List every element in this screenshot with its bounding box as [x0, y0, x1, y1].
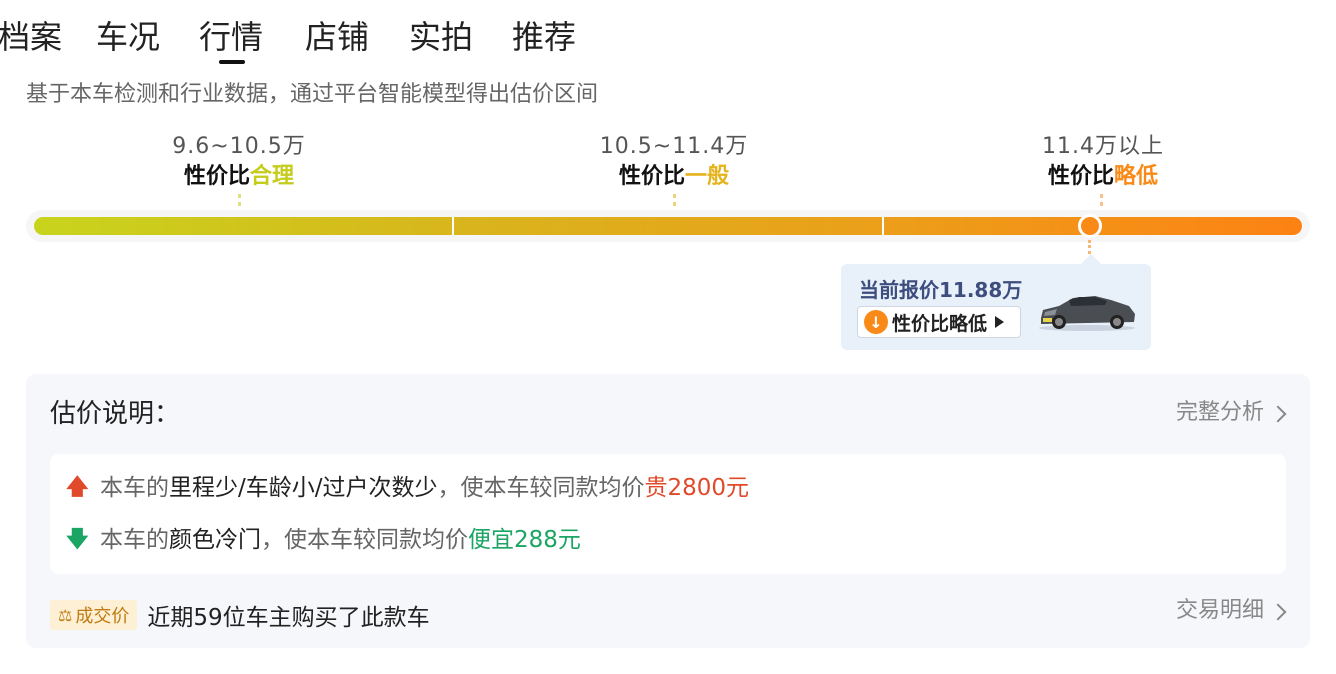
rating-level: 一般: [685, 164, 730, 189]
reason-effect: 便宜288元: [468, 527, 581, 553]
range-reasonable: 9.6~10.5万 性价比合理: [109, 132, 369, 206]
range-low: 11.4万以上 性价比略低: [973, 132, 1233, 206]
gavel-icon: ⚖: [58, 605, 73, 625]
value-rating-label: 性价比略低: [892, 312, 988, 335]
arrow-up-icon: 🡅: [66, 475, 89, 500]
rating-prefix: 性价比: [183, 164, 250, 189]
reasons-panel: 🡅 本车的 里程少/车龄小/过户次数少 ，使本车较同款均价 贵2800元 🡇 本…: [50, 454, 1286, 574]
rating-prefix: 性价比: [618, 164, 685, 189]
range-rating: 性价比合理: [109, 162, 369, 192]
marker-dots: [1088, 240, 1091, 254]
range-price: 11.4万以上: [1042, 134, 1164, 159]
range-rating: 性价比略低: [973, 162, 1233, 192]
reason-factor: 颜色冷门: [169, 527, 261, 553]
bar-divider: [452, 217, 454, 235]
deal-text: 近期59位车主购买了此款车: [147, 605, 430, 631]
tab-archive[interactable]: 档案: [0, 14, 62, 60]
range-dots: [1100, 194, 1103, 206]
tab-store[interactable]: 店铺: [305, 14, 369, 60]
rating-prefix: 性价比: [1047, 164, 1114, 189]
range-dots: [672, 194, 676, 206]
range-average: 10.5~11.4万 性价比一般: [544, 132, 804, 206]
deal-summary: ⚖ 成交价 近期59位车主购买了此款车: [50, 598, 430, 632]
tab-photos[interactable]: 实拍: [409, 14, 473, 60]
transaction-details-label: 交易明细: [1175, 598, 1264, 623]
deal-badge-label: 成交价: [75, 606, 130, 627]
reason-prefix: 本车的: [100, 527, 169, 553]
tab-market[interactable]: 行情: [199, 14, 263, 64]
arrow-down-icon: 🡇: [66, 527, 89, 552]
reason-effect: 贵2800元: [644, 475, 750, 501]
price-bar: [34, 217, 1302, 235]
range-dots: [237, 194, 241, 206]
arrow-down-circle-icon: ↓: [864, 310, 888, 334]
transaction-details-link[interactable]: 交易明细: [1175, 596, 1287, 626]
reason-row: 🡇 本车的 颜色冷门 ，使本车较同款均价 便宜288元: [66, 524, 581, 556]
value-rating-button[interactable]: ↓ 性价比略低: [857, 306, 1021, 338]
range-price: 10.5~11.4万: [599, 134, 749, 159]
full-analysis-link[interactable]: 完整分析: [1175, 398, 1287, 428]
bar-divider: [882, 217, 884, 235]
reason-middle: ，使本车较同款均价: [437, 475, 645, 501]
current-price-text: 当前报价11.88万: [859, 278, 1023, 302]
play-triangle-icon: [995, 316, 1005, 328]
valuation-description: 基于本车检测和行业数据，通过平台智能模型得出估价区间: [26, 82, 599, 107]
card-title: 估价说明：: [50, 399, 181, 429]
current-price-marker: [1078, 214, 1102, 238]
deal-price-badge: ⚖ 成交价: [50, 600, 138, 630]
current-price-callout: 当前报价11.88万 ↓ 性价比略低: [841, 254, 1151, 350]
car-thumbnail: [1039, 296, 1135, 331]
rating-level: 合理: [250, 164, 295, 189]
valuation-explanation-card: 估价说明： 完整分析 🡅 本车的 里程少/车龄小/过户次数少 ，使本车较同款均价…: [26, 374, 1310, 648]
reason-middle: ，使本车较同款均价: [261, 527, 468, 553]
chevron-right-icon: [1269, 405, 1287, 423]
rating-level: 略低: [1114, 164, 1159, 189]
tab-condition[interactable]: 车况: [96, 14, 160, 60]
full-analysis-label: 完整分析: [1175, 400, 1264, 425]
reason-factor: 里程少/车龄小/过户次数少: [169, 475, 438, 501]
chevron-right-icon: [1269, 603, 1287, 621]
reason-row: 🡅 本车的 里程少/车龄小/过户次数少 ，使本车较同款均价 贵2800元: [66, 472, 749, 504]
range-price: 9.6~10.5万: [172, 134, 306, 159]
reason-prefix: 本车的: [100, 475, 169, 501]
tab-recommend[interactable]: 推荐: [512, 14, 576, 60]
tab-bar: 档案 车况 行情 店铺 实拍 推荐: [0, 14, 698, 74]
range-rating: 性价比一般: [544, 162, 804, 192]
